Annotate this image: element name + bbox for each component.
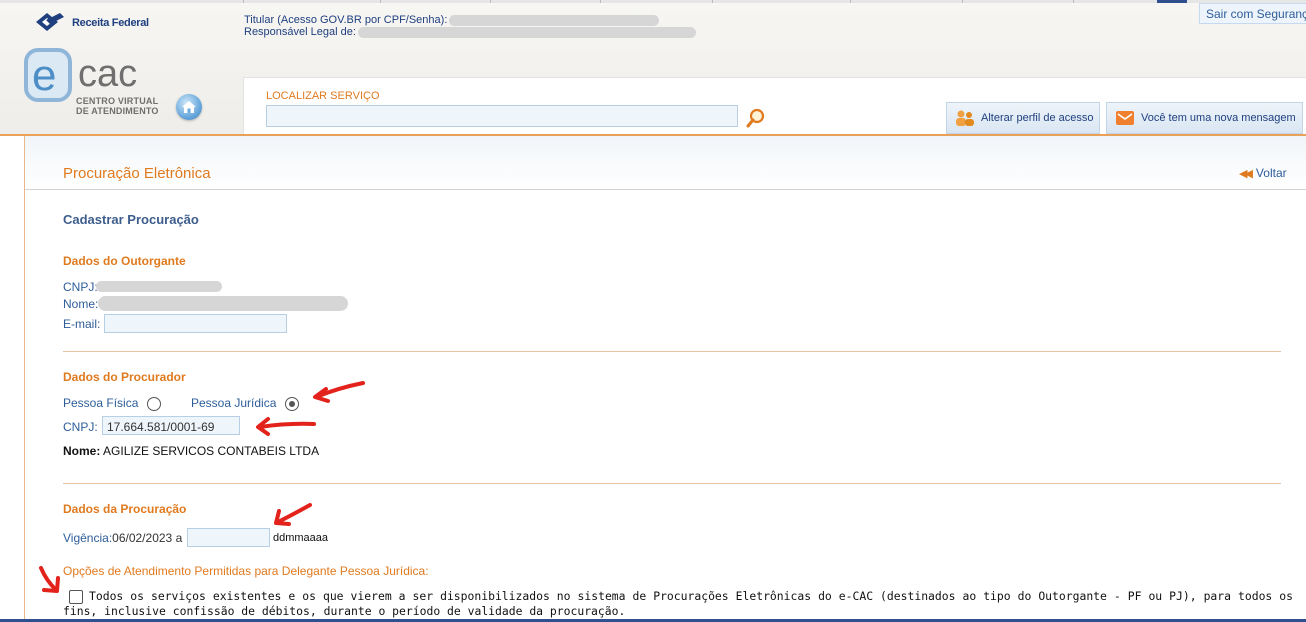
date-format-hint: ddmmaaaa bbox=[273, 532, 329, 544]
home-icon bbox=[182, 101, 196, 113]
search-input[interactable] bbox=[266, 105, 738, 127]
envelope-icon bbox=[1116, 111, 1134, 125]
outorgante-email-label: E-mail: bbox=[63, 317, 101, 331]
ecac-subtitle-2: DE ATENDIMENTO bbox=[76, 106, 159, 116]
change-profile-button[interactable]: Alterar perfil de acesso bbox=[946, 102, 1100, 134]
ecac-page: Receita Federal e cac CENTRO VIRTUAL DE … bbox=[0, 0, 1306, 622]
back-label: Voltar bbox=[1255, 166, 1287, 180]
all-services-text: Todos os serviços existentes e os que vi… bbox=[63, 589, 1293, 618]
opcoes-title: Opções de Atendimento Permitidas para De… bbox=[63, 564, 429, 578]
brand-name: Receita Federal bbox=[72, 17, 149, 29]
redacted-titular bbox=[449, 14, 660, 26]
change-profile-label: Alterar perfil de acesso bbox=[981, 112, 1094, 124]
pessoa-fisica-label: Pessoa Física bbox=[63, 396, 139, 410]
procurador-cnpj-field[interactable] bbox=[102, 416, 240, 435]
procurador-section-title: Dados do Procurador bbox=[63, 370, 186, 384]
logout-link[interactable]: Sair com Segurança bbox=[1199, 3, 1306, 24]
pessoa-fisica-radio[interactable] bbox=[147, 397, 161, 411]
outorgante-nome-label: Nome: bbox=[63, 297, 99, 311]
vigencia-separator: a bbox=[175, 531, 183, 545]
email-field[interactable] bbox=[104, 314, 287, 333]
annotation-arrow-icon bbox=[256, 417, 316, 436]
page-title: Procuração Eletrônica bbox=[63, 165, 211, 182]
redacted-outorgante-cnpj bbox=[96, 281, 222, 292]
new-message-button[interactable]: Você tem uma nova mensagem bbox=[1106, 102, 1303, 134]
page-title-bar bbox=[25, 136, 1306, 190]
section-divider bbox=[63, 483, 1281, 484]
procuracao-section-title: Dados da Procuração bbox=[63, 502, 187, 516]
redacted-outorgante-nome bbox=[98, 296, 348, 311]
section-divider bbox=[63, 351, 1281, 352]
vigencia-start: 06/02/2023 bbox=[112, 531, 173, 545]
pessoa-juridica-label: Pessoa Jurídica bbox=[191, 396, 277, 410]
redacted-responsavel bbox=[357, 26, 696, 38]
annotation-arrow-icon bbox=[313, 381, 365, 403]
users-icon bbox=[956, 110, 974, 126]
responsavel-label: Responsável Legal de: bbox=[244, 26, 356, 38]
svg-text:e: e bbox=[32, 51, 56, 100]
procurador-nome-value: AGILIZE SERVICOS CONTABEIS LTDA bbox=[103, 444, 320, 458]
procurador-nome-label: Nome: bbox=[63, 444, 101, 458]
new-message-label: Você tem uma nova mensagem bbox=[1141, 112, 1296, 124]
form-subtitle: Cadastrar Procuração bbox=[63, 212, 199, 227]
back-link[interactable]: ◀◀ Voltar bbox=[1239, 166, 1287, 180]
end-date-field[interactable] bbox=[187, 528, 270, 547]
procurador-nome: Nome: AGILIZE SERVICOS CONTABEIS LTDA bbox=[63, 444, 319, 458]
home-button[interactable] bbox=[176, 94, 202, 120]
search-label: LOCALIZAR SERVIÇO bbox=[266, 90, 380, 102]
left-border bbox=[24, 136, 25, 622]
double-chevron-left-icon: ◀◀ bbox=[1239, 167, 1253, 180]
vigencia-line: Vigência:06/02/2023 a bbox=[63, 531, 182, 545]
outorgante-section-title: Dados do Outorgante bbox=[63, 254, 186, 268]
titular-label: Titular (Acesso GOV.BR por CPF/Senha): bbox=[244, 14, 448, 26]
procurador-cnpj-label: CNPJ: bbox=[63, 420, 98, 434]
search-icon[interactable] bbox=[746, 108, 766, 128]
outorgante-cnpj-label: CNPJ: bbox=[63, 280, 98, 294]
vigencia-label: Vigência: bbox=[63, 531, 113, 545]
annotation-arrow-icon bbox=[39, 566, 60, 593]
pessoa-juridica-radio[interactable] bbox=[285, 397, 299, 411]
user-info: Titular (Acesso GOV.BR por CPF/Senha): R… bbox=[244, 14, 696, 38]
svg-text:cac: cac bbox=[78, 53, 137, 95]
annotation-arrow-icon bbox=[274, 503, 312, 526]
ecac-subtitle-1: CENTRO VIRTUAL bbox=[76, 96, 159, 106]
